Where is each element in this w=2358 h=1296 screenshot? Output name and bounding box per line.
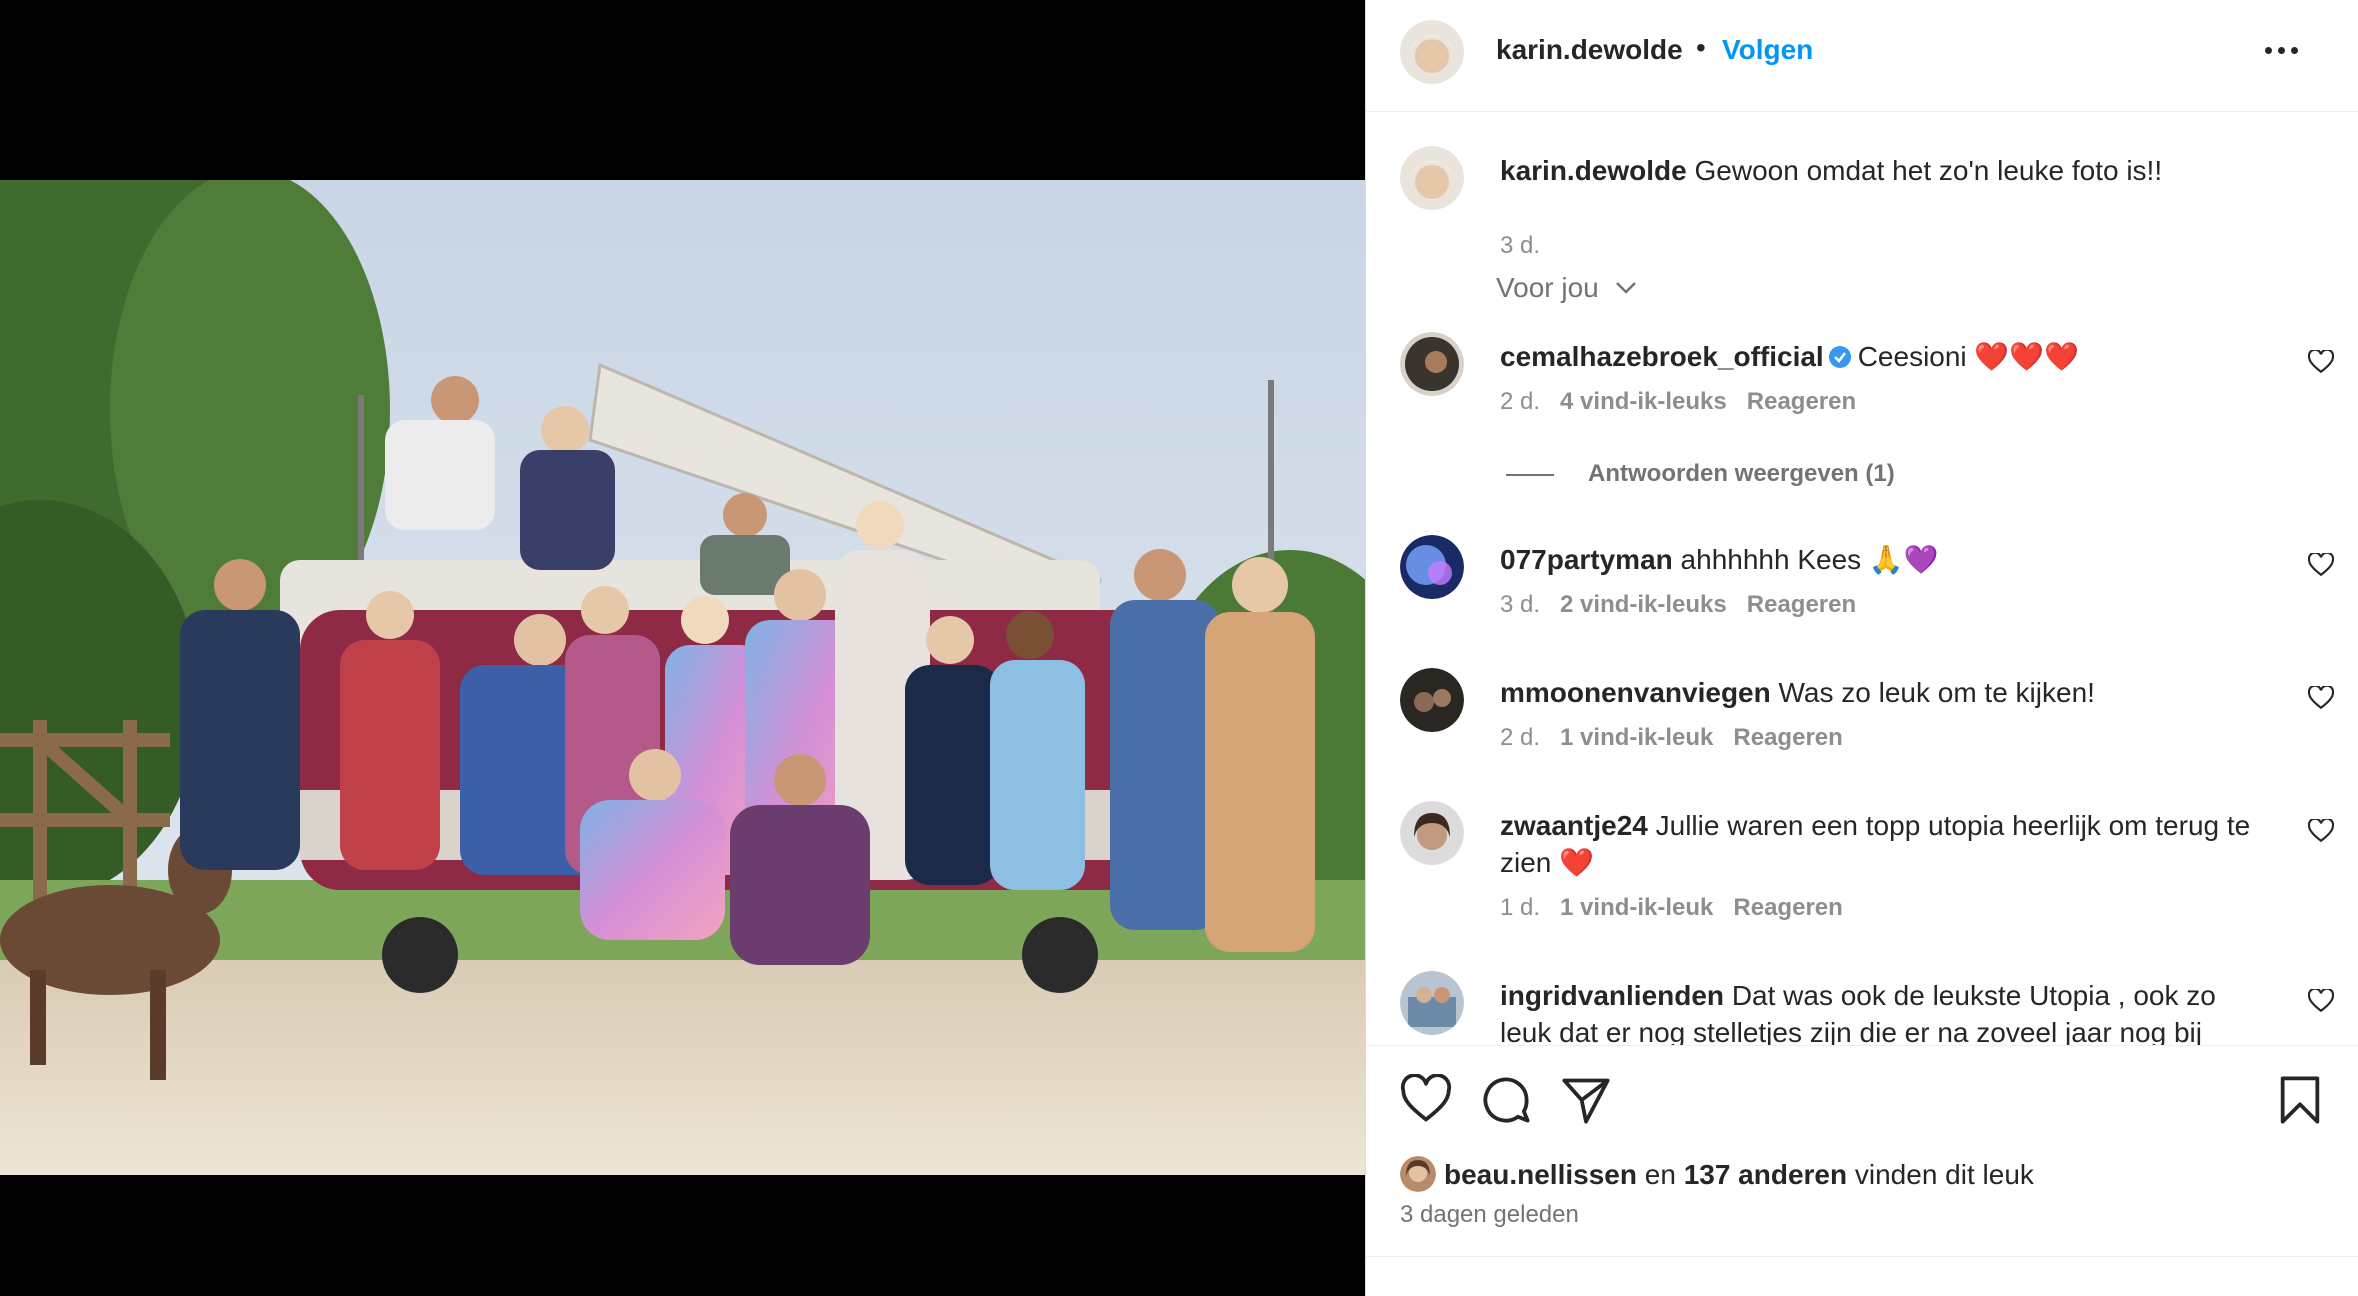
comment-meta: 2 d. 1 vind-ik-leuk Reageren [1500,724,1843,752]
comment-time[interactable]: 2 d. [1500,388,1540,415]
comments-list[interactable]: karin.dewolde Gewoon omdat het zo'n leuk… [1366,112,2358,1045]
comment-time[interactable]: 2 d. [1500,724,1540,751]
sort-label: Voor jou [1496,272,1599,303]
post-timestamp[interactable]: 3 dagen geleden [1400,1201,1579,1229]
comment-username[interactable]: ingridvanlienden [1500,980,1724,1011]
more-options-icon[interactable] [2256,30,2306,70]
comment-username[interactable]: 077partyman [1500,544,1673,575]
comment-text: mmoonenvanviegen Was zo leuk om te kijke… [1500,674,2260,711]
comment-username[interactable]: cemalhazebroek_official [1500,341,1824,372]
heart-icon[interactable] [2308,686,2334,710]
chevron-down-icon [1615,282,1636,294]
like-heart-icon[interactable] [1400,1074,1452,1126]
comment-text: zwaantje24 Jullie waren een topp utopia … [1500,807,2260,881]
liker-username[interactable]: beau.nellissen [1444,1159,1637,1190]
reply-button[interactable]: Reageren [1733,724,1842,751]
comment-meta: 2 d. 4 vind-ik-leuks Reageren [1500,388,1856,416]
likes-connector: en [1644,1159,1676,1190]
comment-meta: 3 d. [1500,232,1540,260]
comment-username[interactable]: zwaantje24 [1500,810,1648,841]
verified-badge-icon [1828,346,1851,368]
likes-summary: beau.nellissen en 137 anderen vinden dit… [1400,1156,2034,1192]
divider-line [1506,473,1554,476]
comment-body: ahhhhhh Kees 🙏💜 [1680,544,1939,575]
view-replies-button[interactable]: Antwoorden weergeven (1) [1506,460,1895,488]
liker-avatar[interactable] [1400,1156,1436,1192]
heart-icon[interactable] [2308,553,2334,577]
comment-meta: 3 d. 2 vind-ik-leuks Reageren [1500,591,1856,619]
comment-time[interactable]: 3 d. [1500,591,1540,618]
comment-likes[interactable]: 4 vind-ik-leuks [1560,388,1727,415]
avatar[interactable] [1400,668,1464,732]
avatar[interactable] [1400,146,1464,210]
share-icon[interactable] [1560,1074,1612,1126]
divider [1366,1256,2358,1257]
follow-button[interactable]: Volgen [1722,34,1813,66]
separator-dot: • [1696,32,1706,63]
post-actions: beau.nellissen en 137 anderen vinden dit… [1366,1045,2358,1296]
comment-time[interactable]: 3 d. [1500,232,1540,259]
caption-text: karin.dewolde Gewoon omdat het zo'n leuk… [1500,152,2260,189]
avatar[interactable] [1400,971,1464,1035]
comment-time[interactable]: 1 d. [1500,894,1540,921]
sort-dropdown[interactable]: Voor jou [1496,272,1637,304]
post-panel: karin.dewolde • Volgen karin.dewolde Gew… [1365,0,2358,1296]
avatar[interactable] [1400,801,1464,865]
post-media[interactable] [0,0,1365,1296]
comment-body: Gewoon omdat het zo'n leuke foto is!! [1694,155,2163,186]
comment-likes[interactable]: 2 vind-ik-leuks [1560,591,1727,618]
author-avatar[interactable] [1400,20,1464,84]
likes-others[interactable]: 137 anderen [1684,1159,1847,1190]
avatar[interactable] [1400,332,1464,396]
post-header: karin.dewolde • Volgen [1366,0,2358,112]
reply-button[interactable]: Reageren [1747,388,1856,415]
comment-body: Was zo leuk om te kijken! [1778,677,2095,708]
reply-button[interactable]: Reageren [1747,591,1856,618]
heart-icon[interactable] [2308,350,2334,374]
comment-icon[interactable] [1480,1074,1532,1126]
view-replies-label: Antwoorden weergeven (1) [1588,460,1895,487]
heart-icon[interactable] [2308,989,2334,1013]
avatar[interactable] [1400,535,1464,599]
comment-text: ingridvanlienden Dat was ook de leukste … [1500,977,2260,1045]
comment-username[interactable]: mmoonenvanviegen [1500,677,1771,708]
reply-button[interactable]: Reageren [1733,894,1842,921]
comment-meta: 1 d. 1 vind-ik-leuk Reageren [1500,894,1843,922]
author-username[interactable]: karin.dewolde [1496,34,1683,66]
bookmark-icon[interactable] [2274,1074,2326,1126]
comment-text: cemalhazebroek_official Ceesioni ❤️❤️❤️ [1500,338,2260,375]
comment-likes[interactable]: 1 vind-ik-leuk [1560,724,1713,751]
comment-likes[interactable]: 1 vind-ik-leuk [1560,894,1713,921]
comment-username[interactable]: karin.dewolde [1500,155,1687,186]
post-photo [0,180,1365,1175]
heart-icon[interactable] [2308,819,2334,843]
comment-body: Ceesioni ❤️❤️❤️ [1857,341,2080,372]
likes-suffix: vinden dit leuk [1854,1159,2034,1190]
comment-text: 077partyman ahhhhhh Kees 🙏💜 [1500,541,2260,578]
